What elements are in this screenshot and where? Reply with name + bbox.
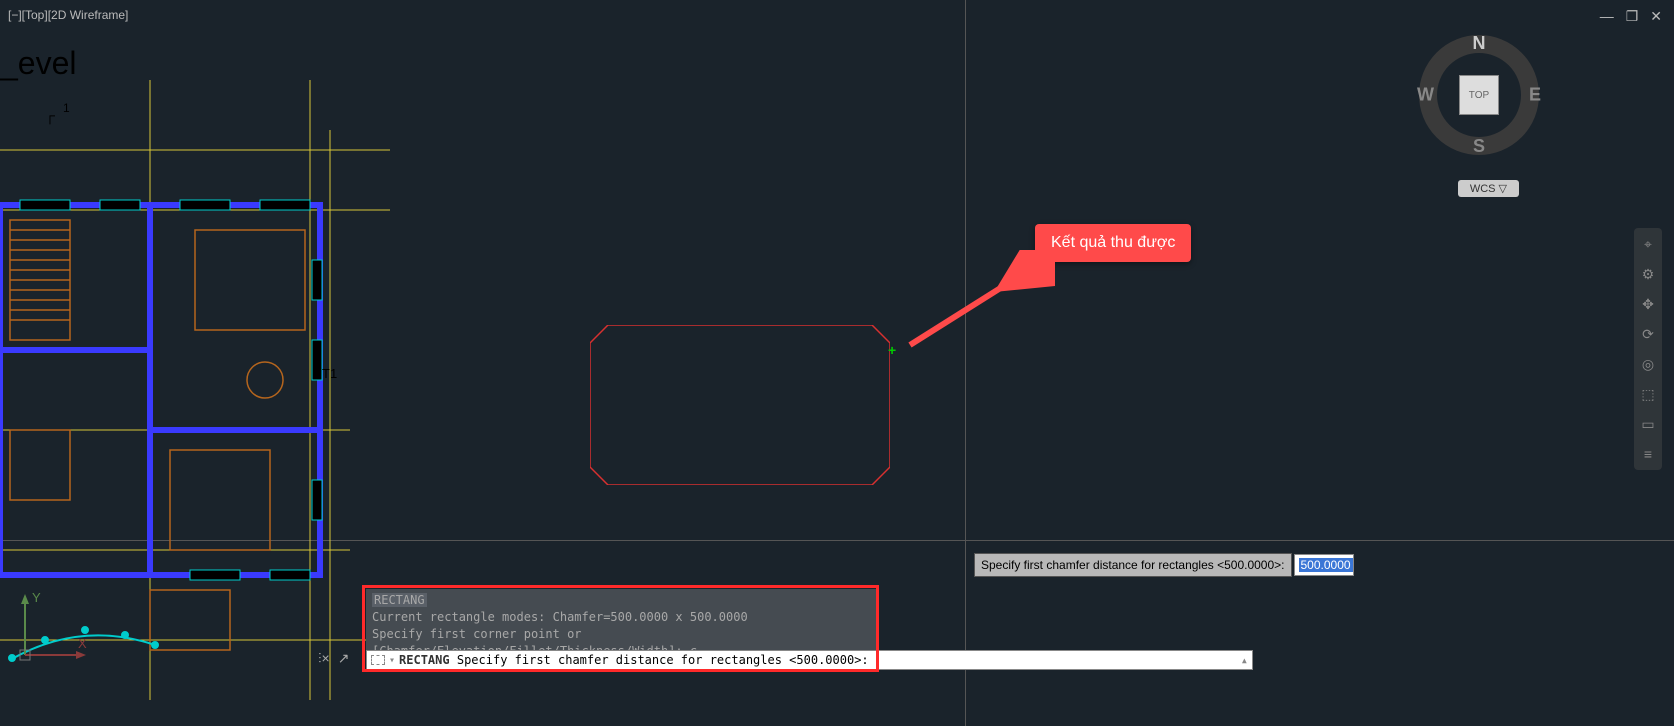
- expand-history-icon[interactable]: ▴: [1241, 653, 1248, 667]
- dynamic-input-field[interactable]: 500.0000: [1294, 554, 1354, 576]
- nav-menu-icon[interactable]: ≡: [1638, 444, 1658, 464]
- command-tool-icons: ⫶× ↗: [318, 650, 349, 667]
- viewport-label[interactable]: [−][Top][2D Wireframe]: [8, 8, 128, 22]
- nav-orbit-icon[interactable]: ⟳: [1638, 324, 1658, 344]
- level-text: _evel: [0, 45, 77, 82]
- restore-icon[interactable]: ❐: [1626, 8, 1639, 25]
- svg-text:1: 1: [63, 101, 70, 115]
- svg-text:Y: Y: [32, 590, 41, 605]
- svg-text:┌: ┌: [45, 107, 55, 125]
- viewcube-top-face[interactable]: TOP: [1459, 75, 1499, 115]
- svg-text:T1: T1: [322, 366, 337, 381]
- drawing-canvas[interactable]: [−][Top][2D Wireframe] _evel — ❐ ✕ TOP N…: [0, 0, 1674, 726]
- svg-text:X: X: [78, 636, 87, 651]
- window-controls: — ❐ ✕: [1600, 8, 1662, 25]
- nav-item-icon[interactable]: ⬚: [1638, 384, 1658, 404]
- dynamic-input-prompt: Specify first chamfer distance for recta…: [974, 553, 1354, 577]
- nav-wheel-icon[interactable]: ⌖: [1638, 234, 1658, 254]
- nav-showmotion-icon[interactable]: ◎: [1638, 354, 1658, 374]
- nav-item-icon[interactable]: ▭: [1638, 414, 1658, 434]
- navigation-bar: ⌖ ⚙ ✥ ⟳ ◎ ⬚ ▭ ≡: [1634, 228, 1662, 470]
- annotation-callout: Kết quả thu được: [1035, 224, 1191, 262]
- dynamic-input-label: Specify first chamfer distance for recta…: [974, 553, 1292, 577]
- crosshair-vertical: [965, 0, 966, 726]
- annotation-arrow-icon: [895, 250, 1055, 360]
- command-line-text: RECTANG Specify first chamfer distance f…: [399, 653, 869, 667]
- chevron-down-icon[interactable]: ▾: [389, 655, 395, 666]
- command-name: RECTANG: [372, 593, 427, 607]
- command-history-line: Current rectangle modes: Chamfer=500.000…: [372, 609, 870, 626]
- compass-east[interactable]: E: [1529, 85, 1541, 106]
- command-line-icon: [371, 655, 385, 665]
- cmd-tool-icon[interactable]: ⫶×: [318, 650, 330, 667]
- cmd-tool-icon[interactable]: ↗: [338, 650, 350, 667]
- command-line[interactable]: ▾ RECTANG Specify first chamfer distance…: [366, 650, 1253, 670]
- nav-zoom-icon[interactable]: ✥: [1638, 294, 1658, 314]
- nav-pan-icon[interactable]: ⚙: [1638, 264, 1658, 284]
- compass-north[interactable]: N: [1473, 33, 1486, 54]
- minimize-icon[interactable]: —: [1600, 8, 1614, 25]
- viewcube[interactable]: TOP N S W E: [1419, 35, 1539, 155]
- close-icon[interactable]: ✕: [1650, 8, 1662, 25]
- ucs-icon[interactable]: Y X: [10, 590, 90, 670]
- compass-west[interactable]: W: [1417, 85, 1434, 106]
- wcs-badge[interactable]: WCS ▽: [1458, 180, 1519, 197]
- result-rectangle: [590, 325, 890, 485]
- compass-south[interactable]: S: [1473, 136, 1485, 157]
